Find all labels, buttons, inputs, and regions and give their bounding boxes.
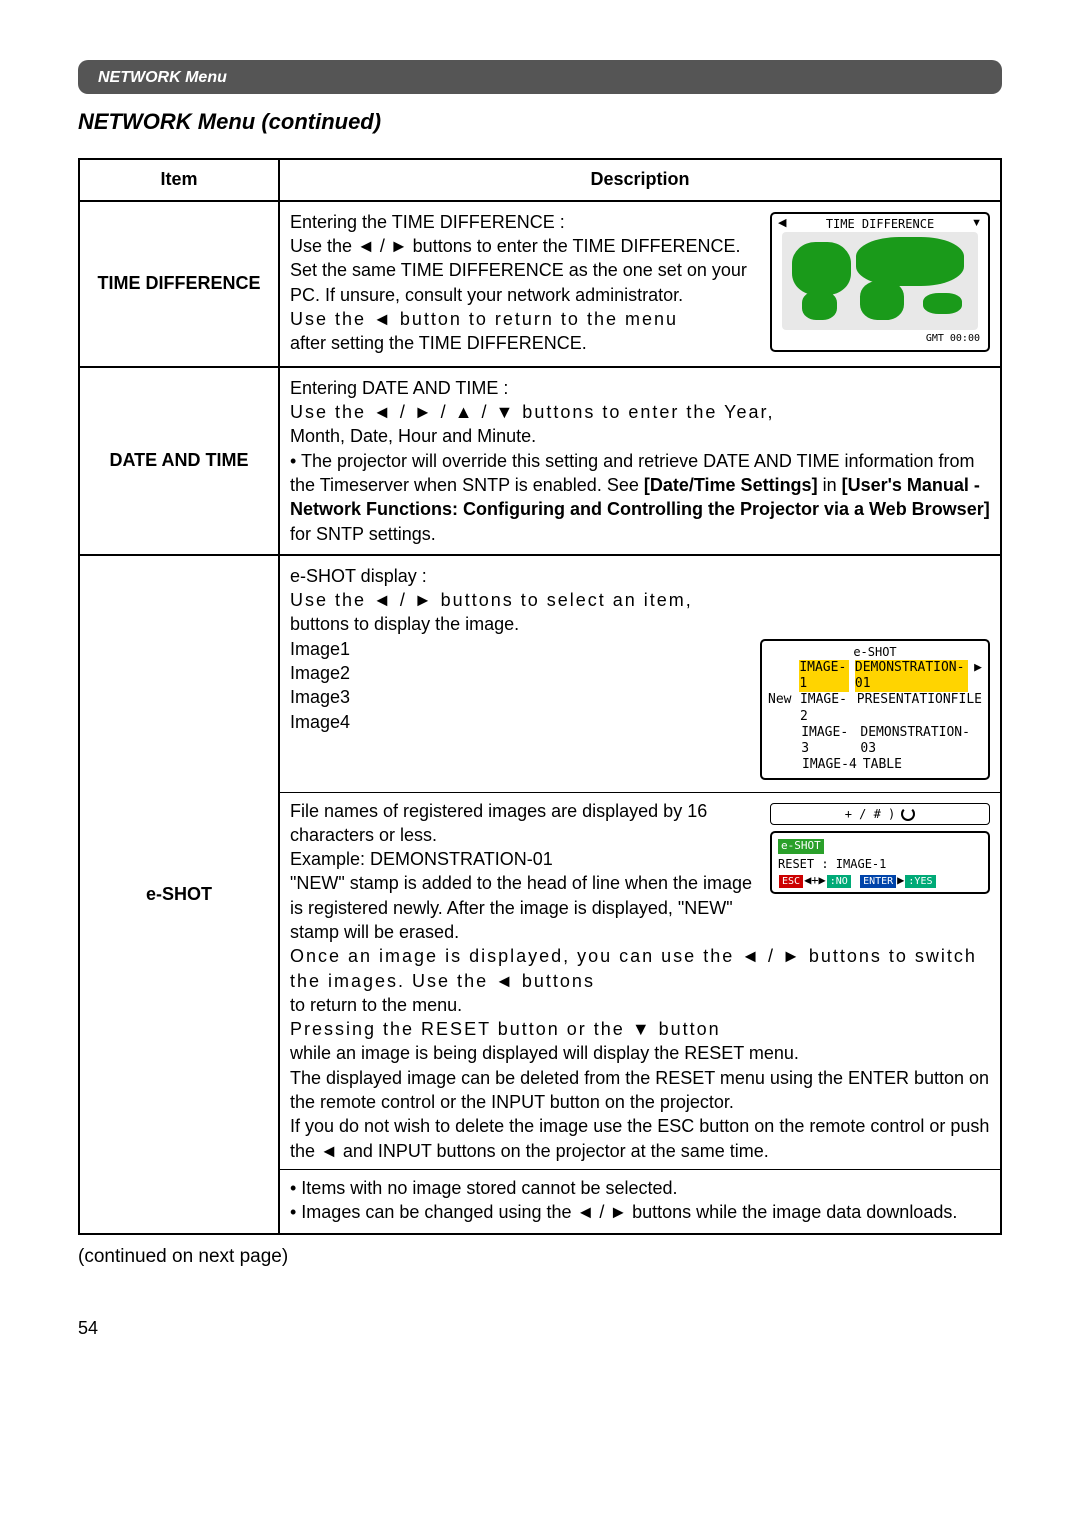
desc-line: while an image is being displayed will d… bbox=[290, 1041, 990, 1065]
key-esc: ESC bbox=[779, 875, 803, 889]
osd-gmt-value: GMT 00:00 bbox=[926, 332, 980, 346]
osd-header: e-SHOT bbox=[778, 839, 824, 854]
osd-time-difference: ◀ TIME DIFFERENCE ▼ GMT 00:00 bbox=[770, 212, 990, 352]
world-map-icon bbox=[782, 232, 978, 330]
left-arrow-icon: ◀ bbox=[778, 216, 786, 231]
desc-note: • The projector will override this setti… bbox=[290, 449, 990, 546]
osd-title: TIME DIFFERENCE bbox=[772, 216, 988, 232]
desc-line: The displayed image can be deleted from … bbox=[290, 1066, 990, 1115]
desc-line: Entering DATE AND TIME : bbox=[290, 376, 990, 400]
key-no: :NO bbox=[827, 875, 851, 889]
item-name-eshot: e-SHOT bbox=[79, 555, 279, 1234]
osd-progress-indicator: + / # ) bbox=[770, 803, 990, 825]
left-arrow-icon: ◀ bbox=[804, 873, 811, 887]
right-arrow-icon: ▶ bbox=[819, 873, 826, 887]
desc-line: If you do not wish to delete the image u… bbox=[290, 1114, 990, 1163]
osd-line: RESET : IMAGE-1 bbox=[778, 856, 982, 872]
desc-line-garbled: Use the ◄ / ► buttons to select an item, bbox=[290, 588, 990, 612]
desc-line-garbled: the images. Use the ◄ buttons bbox=[290, 969, 990, 993]
desc-line: buttons to display the image. bbox=[290, 612, 990, 636]
settings-table: Item Description TIME DIFFERENCE ◀ TIME … bbox=[78, 158, 1002, 1234]
desc-bullet: • Images can be changed using the ◄ / ► … bbox=[290, 1200, 990, 1224]
table-row: e-SHOT e-SHOT display : Use the ◄ / ► bu… bbox=[79, 555, 1001, 1234]
table-row: DATE AND TIME Entering DATE AND TIME : U… bbox=[79, 367, 1001, 555]
desc-line-garbled: Pressing the RESET button or the ▼ butto… bbox=[290, 1017, 990, 1041]
col-header-item: Item bbox=[79, 159, 279, 200]
menu-tab-bar: NETWORK Menu bbox=[78, 60, 1002, 94]
page-number: 54 bbox=[78, 1317, 1002, 1340]
osd-row-selected: IMAGE-1 bbox=[799, 660, 849, 693]
desc-line-garbled: Use the ◄ / ► / ▲ / ▼ buttons to enter t… bbox=[290, 400, 990, 424]
key-enter: ENTER bbox=[860, 875, 896, 889]
right-arrow-icon: ▶ bbox=[897, 873, 904, 887]
desc-line: to return to the menu. bbox=[290, 993, 990, 1017]
down-arrow-icon: ▼ bbox=[971, 216, 982, 231]
desc-line: Month, Date, Hour and Minute. bbox=[290, 424, 990, 448]
osd-eshot-menu: e-SHOT IMAGE-1DEMONSTRATION-01▶ NewIMAGE… bbox=[760, 639, 990, 780]
right-arrow-icon: ▶ bbox=[974, 660, 982, 693]
menu-tab-label: NETWORK Menu bbox=[98, 69, 227, 86]
continued-note: (continued on next page) bbox=[78, 1245, 1002, 1270]
key-yes: :YES bbox=[905, 875, 935, 889]
osd-reset-menu: e-SHOT RESET : IMAGE-1 ESC◀+▶:NO ENTER▶:… bbox=[770, 831, 990, 895]
table-row: TIME DIFFERENCE ◀ TIME DIFFERENCE ▼ GMT … bbox=[79, 201, 1001, 367]
desc-line: e-SHOT display : bbox=[290, 564, 990, 588]
osd-keys-line: ESC◀+▶:NO ENTER▶:YES bbox=[778, 872, 982, 889]
col-header-desc: Description bbox=[279, 159, 1001, 200]
osd-reset-group: + / # ) e-SHOT RESET : IMAGE-1 ESC◀+▶:NO… bbox=[770, 803, 990, 895]
spinner-icon bbox=[901, 807, 915, 821]
desc-line-garbled: Once an image is displayed, you can use … bbox=[290, 944, 990, 968]
osd-new-stamp: New bbox=[768, 692, 794, 725]
item-name-date-time: DATE AND TIME bbox=[79, 367, 279, 555]
osd-title: e-SHOT bbox=[768, 645, 982, 660]
item-name-time-diff: TIME DIFFERENCE bbox=[79, 201, 279, 367]
desc-bullet: • Items with no image stored cannot be s… bbox=[290, 1176, 990, 1200]
section-title: NETWORK Menu (continued) bbox=[78, 108, 1002, 137]
